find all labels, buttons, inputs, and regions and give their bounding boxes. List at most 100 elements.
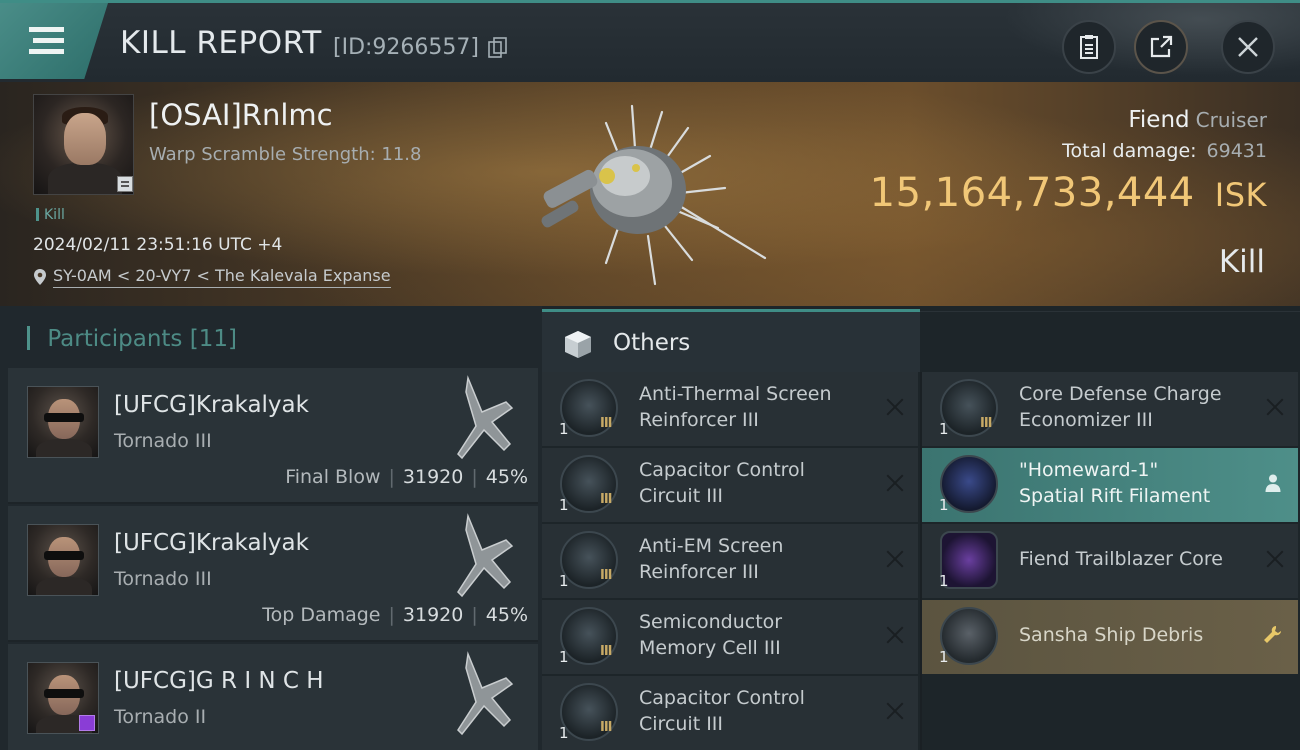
- item-row[interactable]: 1 III Anti-EM Screen Reinforcer III: [542, 524, 918, 598]
- location: SY-0AM < 20-VY7 < The Kalevala Expanse: [33, 266, 391, 288]
- item-row[interactable]: 1 III Capacitor Control Circuit III: [542, 448, 918, 522]
- item-name: Anti-EM Screen Reinforcer III: [639, 535, 784, 583]
- participants-header[interactable]: Participants [11]: [27, 326, 237, 352]
- destroyed-icon: [884, 472, 906, 494]
- item-meta-level: III: [980, 416, 992, 431]
- share-icon: [1150, 35, 1173, 58]
- close-icon: [1238, 37, 1258, 57]
- item-quantity: 1: [939, 496, 949, 514]
- total-damage-label: Total damage:: [1062, 140, 1197, 162]
- isk-unit: ISK: [1214, 176, 1267, 214]
- participant-percent: 45%: [485, 604, 528, 626]
- participant-ship-icon: [457, 513, 514, 598]
- participant-row[interactable]: [UFCG]Krakalyak Tornado III Final Blow | 3…: [8, 368, 538, 504]
- warp-scramble-strength: Warp Scramble Strength: 11.8: [149, 144, 422, 165]
- item-row[interactable]: 1 "Homeward-1" Spatial Rift Filament: [922, 448, 1298, 522]
- participant-name[interactable]: [UFCG]G R I N C H: [114, 668, 324, 694]
- participants-count: [11]: [189, 326, 237, 352]
- kill-tag: Kill: [36, 207, 65, 223]
- wrench-icon[interactable]: [1262, 624, 1284, 646]
- item-meta-level: III: [600, 492, 612, 507]
- victim-name[interactable]: [OSAI]Rnlmc: [149, 98, 333, 132]
- participant-role: Top Damage: [262, 604, 381, 626]
- role-badge-icon: [79, 715, 95, 731]
- item-name: Sansha Ship Debris: [1019, 624, 1204, 646]
- item-row[interactable]: 1 III Semiconductor Memory Cell III: [542, 600, 918, 674]
- item-quantity: 1: [939, 648, 949, 666]
- trailblazer-core-icon: [940, 531, 998, 589]
- report-id: [ID:9266557]: [333, 35, 479, 60]
- participant-ship: Tornado III: [114, 430, 212, 452]
- participant-row[interactable]: [UFCG]Krakalyak Tornado III Top Damage | 3…: [8, 506, 538, 642]
- item-name: Semiconductor Memory Cell III: [639, 611, 783, 659]
- copy-icon[interactable]: [488, 37, 508, 59]
- title-bar: KILL REPORT [ID:9266557]: [0, 0, 1300, 85]
- participant-stats: Final Blow | 31920 | 45%: [285, 466, 528, 488]
- location-link[interactable]: SY-0AM < 20-VY7 < The Kalevala Expanse: [53, 266, 391, 288]
- filament-icon: [940, 455, 998, 513]
- location-pin-icon: [34, 269, 46, 285]
- item-quantity: 1: [939, 420, 949, 438]
- participant-ship: Tornado II: [114, 706, 207, 728]
- item-name: Anti-Thermal Screen Reinforcer III: [639, 383, 832, 431]
- others-title: Others: [613, 330, 691, 356]
- menu-icon: [29, 27, 64, 32]
- destroyed-icon: [884, 700, 906, 722]
- item-meta-level: III: [600, 416, 612, 431]
- user-icon[interactable]: [1262, 472, 1284, 494]
- item-quantity: 1: [559, 648, 569, 666]
- participant-ship: Tornado III: [114, 568, 212, 590]
- victim-header: [OSAI]Rnlmc Warp Scramble Strength: 11.8…: [0, 82, 1300, 306]
- participant-percent: 45%: [485, 466, 528, 488]
- participant-row[interactable]: [UFCG]G R I N C H Tornado II: [8, 644, 538, 750]
- total-damage: Total damage: 69431: [1062, 140, 1267, 162]
- window-title: KILL REPORT: [120, 25, 322, 61]
- item-row[interactable]: 1 Fiend Trailblazer Core: [922, 524, 1298, 598]
- item-name: Core Defense Charge Economizer III: [1019, 383, 1222, 431]
- item-quantity: 1: [559, 420, 569, 438]
- participant-name[interactable]: [UFCG]Krakalyak: [114, 530, 309, 556]
- item-row[interactable]: 1 Sansha Ship Debris: [922, 600, 1298, 674]
- menu-button[interactable]: [0, 3, 108, 79]
- item-meta-level: III: [600, 568, 612, 583]
- item-quantity: 1: [559, 496, 569, 514]
- participant-ship-icon: [457, 375, 514, 460]
- share-button[interactable]: [1134, 20, 1188, 74]
- item-quantity: 1: [939, 572, 949, 590]
- participants-label: Participants: [47, 326, 183, 352]
- participant-damage: 31920: [402, 466, 464, 488]
- participant-portrait[interactable]: [27, 386, 99, 458]
- destroyed-icon: [1264, 396, 1286, 418]
- destroyed-icon: [884, 548, 906, 570]
- ship-class: Cruiser: [1195, 108, 1267, 132]
- kill-datetime: 2024/02/11 23:51:16 UTC +4: [33, 235, 283, 255]
- isk-amount: 15,164,733,444: [869, 170, 1195, 216]
- clipboard-button[interactable]: [1062, 20, 1116, 74]
- item-quantity: 1: [559, 724, 569, 742]
- participant-stats: Top Damage | 31920 | 45%: [262, 604, 528, 626]
- item-name: Capacitor Control Circuit III: [639, 459, 805, 507]
- destroyed-icon: [1264, 548, 1286, 570]
- corp-badge-icon: [117, 176, 133, 192]
- item-meta-level: III: [600, 720, 612, 735]
- item-name: "Homeward-1" Spatial Rift Filament: [1019, 459, 1211, 507]
- tab-others[interactable]: Others: [542, 309, 920, 372]
- participant-portrait[interactable]: [27, 524, 99, 596]
- victim-ship: Fiend Cruiser: [1128, 107, 1267, 133]
- item-row[interactable]: 1 III Core Defense Charge Economizer III: [922, 372, 1298, 446]
- ship-debris-icon: [940, 607, 998, 665]
- ship-name[interactable]: Fiend: [1128, 107, 1189, 133]
- participant-damage: 31920: [402, 604, 464, 626]
- clipboard-icon: [1080, 35, 1098, 59]
- close-button[interactable]: [1221, 20, 1275, 74]
- participant-ship-icon: [457, 651, 514, 736]
- item-row[interactable]: 1 III Anti-Thermal Screen Reinforcer III: [542, 372, 918, 446]
- item-name: Capacitor Control Circuit III: [639, 687, 805, 735]
- item-row[interactable]: 1 III Capacitor Control Circuit III: [542, 676, 918, 750]
- total-damage-value: 69431: [1206, 140, 1267, 162]
- destroyed-icon: [884, 396, 906, 418]
- destroyed-icon: [884, 624, 906, 646]
- item-meta-level: III: [600, 644, 612, 659]
- participant-name[interactable]: [UFCG]Krakalyak: [114, 392, 309, 418]
- others-panel: Others 1 III Anti-Thermal Screen Reinforc…: [542, 306, 1300, 750]
